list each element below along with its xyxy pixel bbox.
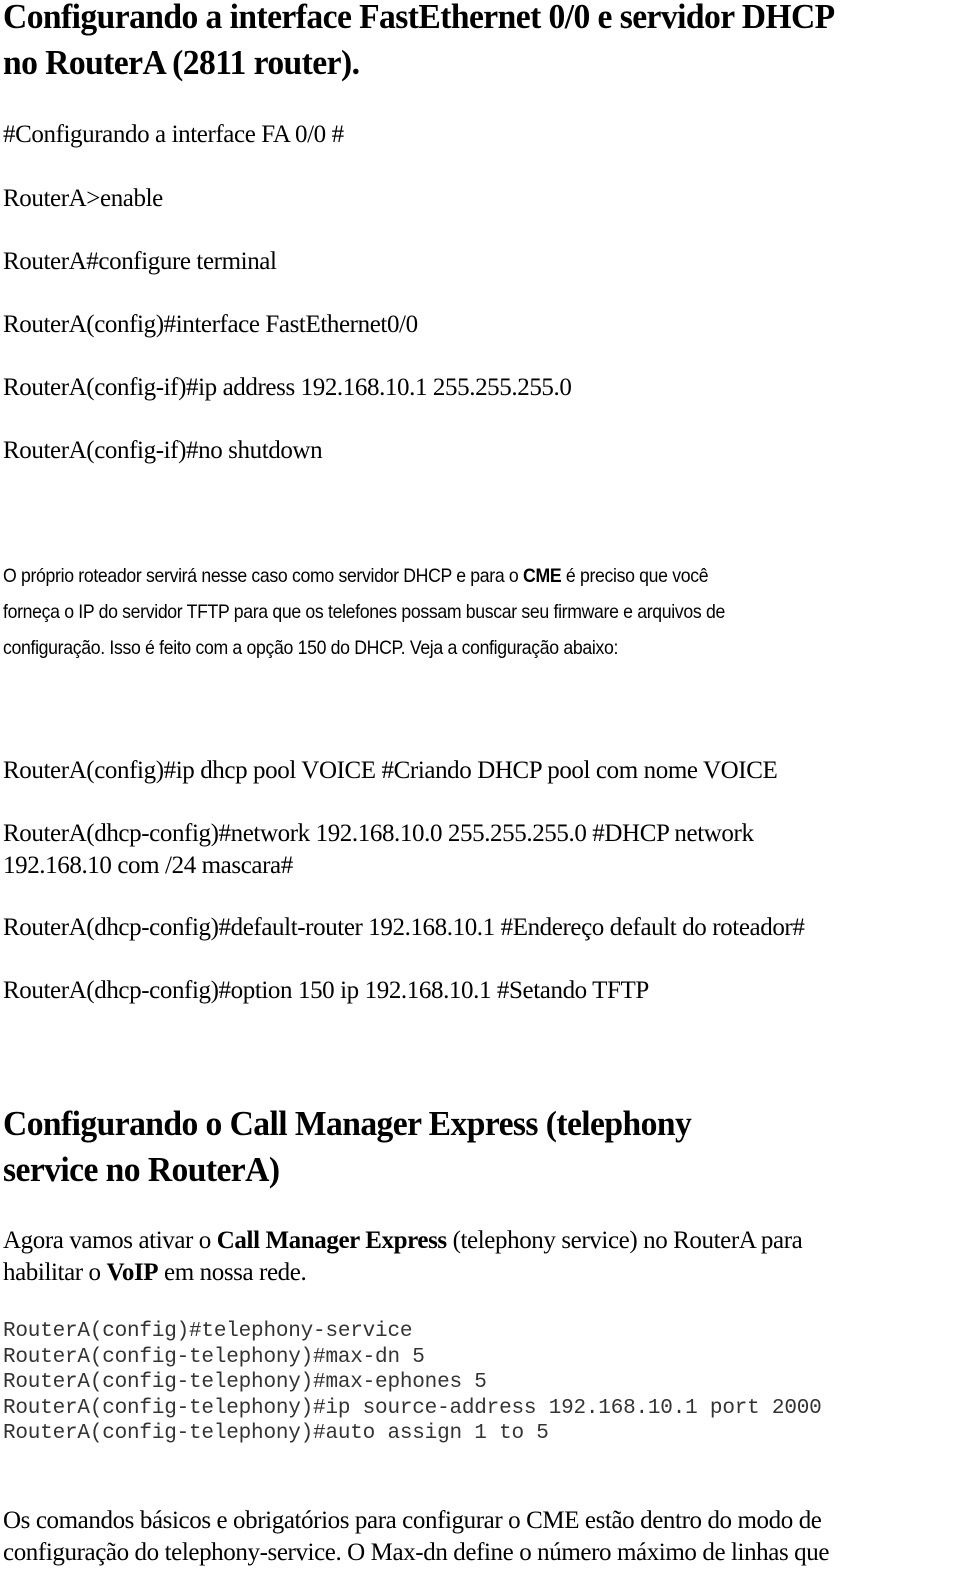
text-span: habilitar o [3, 1259, 107, 1286]
heading-line: Configurando o Call Manager Express (tel… [3, 1104, 692, 1143]
text-span: Agora vamos ativar o [3, 1227, 217, 1254]
text-span: é preciso que você [561, 566, 709, 587]
code-line: RouterA(config-telephony)#auto assign 1 … [3, 1422, 549, 1445]
dhcp-command-line: RouterA(config)#ip dhcp pool VOICE #Cria… [3, 757, 778, 784]
command-line: RouterA#configure terminal [3, 248, 277, 275]
code-line: RouterA(config)#telephony-service [3, 1320, 413, 1343]
telephony-code-block: RouterA(config)#telephony-service Router… [3, 1319, 822, 1447]
dhcp-command-line: RouterA(dhcp-config)#default-router 192.… [3, 914, 805, 941]
heading-line: service no RouterA) [3, 1150, 280, 1189]
paragraph-line: Agora vamos ativar o Call Manager Expres… [3, 1225, 803, 1257]
section-heading-fastethernet-dhcp: Configurando a interface FastEthernet 0/… [3, 0, 835, 86]
text-span: em nossa rede. [158, 1259, 307, 1286]
dhcp-command-line: RouterA(dhcp-config)#network 192.168.10.… [3, 820, 754, 847]
text-span: (telephony service) no RouterA para [446, 1227, 803, 1254]
paragraph-line: configuração. Isso é feito com a opção 1… [3, 638, 619, 659]
heading-line: Configurando a interface FastEthernet 0/… [3, 0, 835, 36]
paragraph-line: habilitar o VoIP em nossa rede. [3, 1257, 802, 1289]
paragraph-line: Os comandos básicos e obrigatórios para … [3, 1507, 822, 1534]
heading-line: no RouterA (2811 router). [3, 43, 360, 82]
dhcp-command-line-continued: 192.168.10 com /24 mascara# [3, 852, 293, 879]
command-line: RouterA(config-if)#no shutdown [3, 437, 323, 464]
code-line: RouterA(config-telephony)#max-ephones 5 [3, 1371, 487, 1394]
code-line: RouterA(config-telephony)#max-dn 5 [3, 1345, 425, 1369]
dhcp-explanation-paragraph: O próprio roteador servirá nesse caso co… [3, 559, 725, 667]
command-line: RouterA>enable [3, 185, 163, 212]
code-line: RouterA(config-telephony)#ip source-addr… [3, 1396, 822, 1420]
text-span: O próprio roteador servirá nesse caso co… [3, 566, 524, 587]
command-line: RouterA(config-if)#ip address 192.168.10… [3, 374, 572, 401]
paragraph-line: configuração do telephony-service. O Max… [3, 1539, 830, 1566]
bold-term: VoIP [106, 1259, 159, 1286]
cme-bold-term: CME [523, 566, 562, 587]
section-heading-call-manager-express: Configurando o Call Manager Express (tel… [3, 1101, 692, 1193]
paragraph-line: forneça o IP do servidor TFTP para que o… [3, 602, 725, 623]
cme-intro-paragraph: Agora vamos ativar o Call Manager Expres… [3, 1225, 803, 1289]
bold-term: Call Manager Express [216, 1227, 447, 1254]
interface-comment: #Configurando a interface FA 0/0 # [3, 121, 344, 148]
paragraph-line: O próprio roteador servirá nesse caso co… [3, 559, 725, 595]
closing-paragraph: Os comandos básicos e obrigatórios para … [3, 1505, 829, 1569]
command-line: RouterA(config)#interface FastEthernet0/… [3, 311, 418, 338]
dhcp-command-line: RouterA(dhcp-config)#option 150 ip 192.1… [3, 977, 649, 1004]
